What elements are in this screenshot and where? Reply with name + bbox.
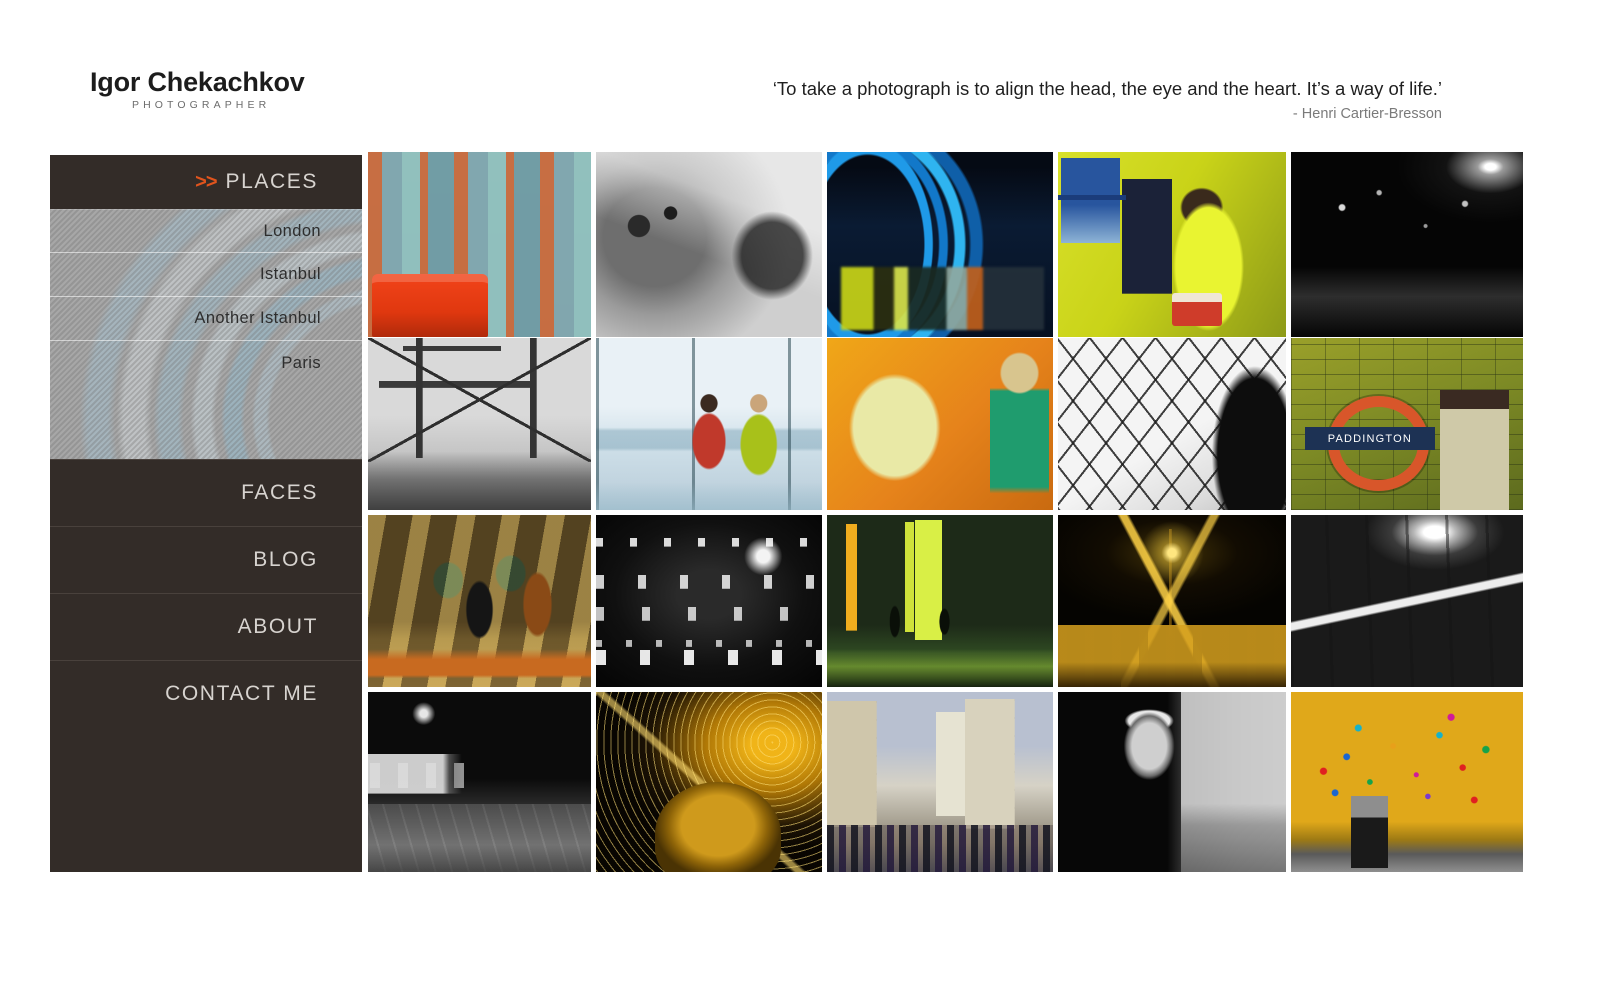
sidebar-item-places[interactable]: >> PLACES	[50, 155, 362, 209]
photo-paddington-roundel[interactable]: PADDINGTON Man in chef jacket beside Pad…	[1291, 338, 1523, 510]
photo-billboard-orange-hair[interactable]: Billboard with orange-haired face, woman…	[827, 338, 1054, 510]
photo-eiffel-tower-bw[interactable]: Eiffel Tower in black and white from the…	[368, 338, 592, 510]
photo-louvre-pyramid-bw[interactable]: Louvre pyramid glass lattice in black an…	[1058, 338, 1287, 510]
photo-mosque-interior-bw-image	[596, 515, 823, 687]
photo-blue-arch-tunnel-image	[827, 152, 1054, 337]
photo-backlit-park-bw-image	[1291, 515, 1523, 687]
photo-rainy-night-bw-image	[1291, 152, 1523, 337]
places-submenu-list: London Istanbul Another Istanbul Paris	[50, 209, 362, 385]
photo-gallery-grid: London street with red double-decker bus…	[368, 152, 1523, 872]
sidebar-subitem-paris[interactable]: Paris	[50, 341, 362, 385]
site-logo[interactable]: Igor Chekachkov PHOTOGRAPHER	[90, 67, 305, 112]
photo-lamppost-umbrellas-image	[1058, 515, 1287, 687]
photo-eiffel-tower-bw-image	[368, 338, 592, 510]
header-quote: ‘To take a photograph is to align the he…	[773, 78, 1442, 122]
sidebar-subitem-istanbul[interactable]: Istanbul	[50, 253, 362, 297]
sidebar-item-label-blog: BLOG	[253, 548, 318, 571]
places-submenu: London Istanbul Another Istanbul Paris	[50, 209, 362, 459]
photo-london-bus-building[interactable]: London street with red double-decker bus…	[368, 152, 592, 337]
quote-text: ‘To take a photograph is to align the he…	[772, 78, 1442, 99]
photo-blue-arch-tunnel[interactable]: Blue lit arched tunnel with a passing bu…	[827, 152, 1054, 337]
photo-yellow-train-woman[interactable]: Woman in yellow coat on a train with cof…	[1058, 152, 1287, 337]
gallery-row: London street with red double-decker bus…	[368, 152, 1523, 337]
photo-golden-umbrella[interactable]: Person under a golden umbrella in the ra…	[596, 692, 823, 872]
photo-bottle-cap-wall-image	[1291, 692, 1523, 872]
sidebar-item-label-places: PLACES	[225, 170, 318, 193]
photo-louvre-pyramid-bw-image	[1058, 338, 1287, 510]
photo-mosque-interior-bw[interactable]: Dark mosque interior with glowing window…	[596, 515, 823, 687]
sidebar-item-blog[interactable]: BLOG	[50, 526, 362, 593]
sidebar-subitem-another-istanbul[interactable]: Another Istanbul	[50, 297, 362, 341]
photo-cafe-window-london-image	[596, 338, 823, 510]
photo-lamppost-umbrellas[interactable]: Golden lamppost at night with silhouette…	[1058, 515, 1287, 687]
quote-author: - Henri Cartier-Bresson	[1292, 106, 1442, 123]
sidebar-item-contact-me[interactable]: CONTACT ME	[50, 660, 362, 727]
photo-tram-night-bw[interactable]: Motion-blurred tram on a wet street at n…	[368, 692, 592, 872]
paddington-sign-label: PADDINGTON	[1304, 427, 1435, 450]
photo-cat-bw[interactable]: Black and white close-up of a cat with p…	[596, 152, 823, 337]
sidebar-subitem-label-london: London	[263, 221, 321, 240]
photo-green-doorway-silhouette-image	[827, 515, 1054, 687]
sidebar-subitem-london[interactable]: London	[50, 209, 362, 253]
sidebar-item-label-contact-me: CONTACT ME	[165, 682, 318, 705]
photo-cat-bw-image	[596, 152, 823, 337]
sidebar-item-label-about: ABOUT	[237, 615, 318, 638]
logo-subtitle: PHOTOGRAPHER	[132, 99, 271, 112]
photo-old-man-portrait-bw-image	[1058, 692, 1287, 872]
photo-london-bus-building-image	[368, 152, 592, 337]
photo-billboard-orange-hair-image	[827, 338, 1054, 510]
photo-bottle-cap-wall[interactable]: Man carrying a plank past a yellow wall …	[1291, 692, 1523, 872]
logo-name: Igor Chekachkov	[90, 67, 305, 97]
gallery-row: Eiffel Tower in black and white from the…	[368, 338, 1523, 510]
page-root: Igor Chekachkov PHOTOGRAPHER ‘To take a …	[0, 0, 1600, 1000]
photo-rainy-night-bw[interactable]: Rainy night street in black and white wi…	[1291, 152, 1523, 337]
sidebar-item-about[interactable]: ABOUT	[50, 593, 362, 660]
photo-london-street-crowd[interactable]: Busy London shopping street crowded with…	[827, 692, 1054, 872]
photo-backlit-park-bw[interactable]: Backlit park path in black and white wit…	[1291, 515, 1523, 687]
gallery-row: Street musicians with double bass in fro…	[368, 515, 1523, 687]
photo-tram-night-bw-image	[368, 692, 592, 872]
photo-cafe-window-london[interactable]: Two people on stools at a cafe window ov…	[596, 338, 823, 510]
photo-yellow-train-woman-image	[1058, 152, 1287, 337]
places-arrows-icon: >>	[195, 170, 217, 193]
photo-old-man-portrait-bw[interactable]: Black and white portrait of an old man i…	[1058, 692, 1287, 872]
photo-street-musicians-mural-image	[368, 515, 592, 687]
photo-street-musicians-mural[interactable]: Street musicians with double bass in fro…	[368, 515, 592, 687]
photo-green-doorway-silhouette[interactable]: Silhouettes in a glowing green and amber…	[827, 515, 1054, 687]
sidebar-item-label-faces: FACES	[241, 481, 318, 504]
site-header: Igor Chekachkov PHOTOGRAPHER ‘To take a …	[0, 0, 1600, 150]
sidebar-navigation: >> PLACES London Istanbul Another Istanb…	[50, 155, 362, 872]
photo-london-street-crowd-image	[827, 692, 1054, 872]
sidebar-item-faces[interactable]: FACES	[50, 459, 362, 526]
photo-golden-umbrella-image	[596, 692, 823, 872]
sidebar-subitem-label-paris: Paris	[281, 353, 321, 372]
gallery-row: Motion-blurred tram on a wet street at n…	[368, 692, 1523, 872]
sidebar-subitem-label-istanbul: Istanbul	[260, 265, 321, 283]
sidebar-subitem-label-another-istanbul: Another Istanbul	[194, 309, 321, 327]
paddington-man-figure	[1439, 389, 1510, 510]
